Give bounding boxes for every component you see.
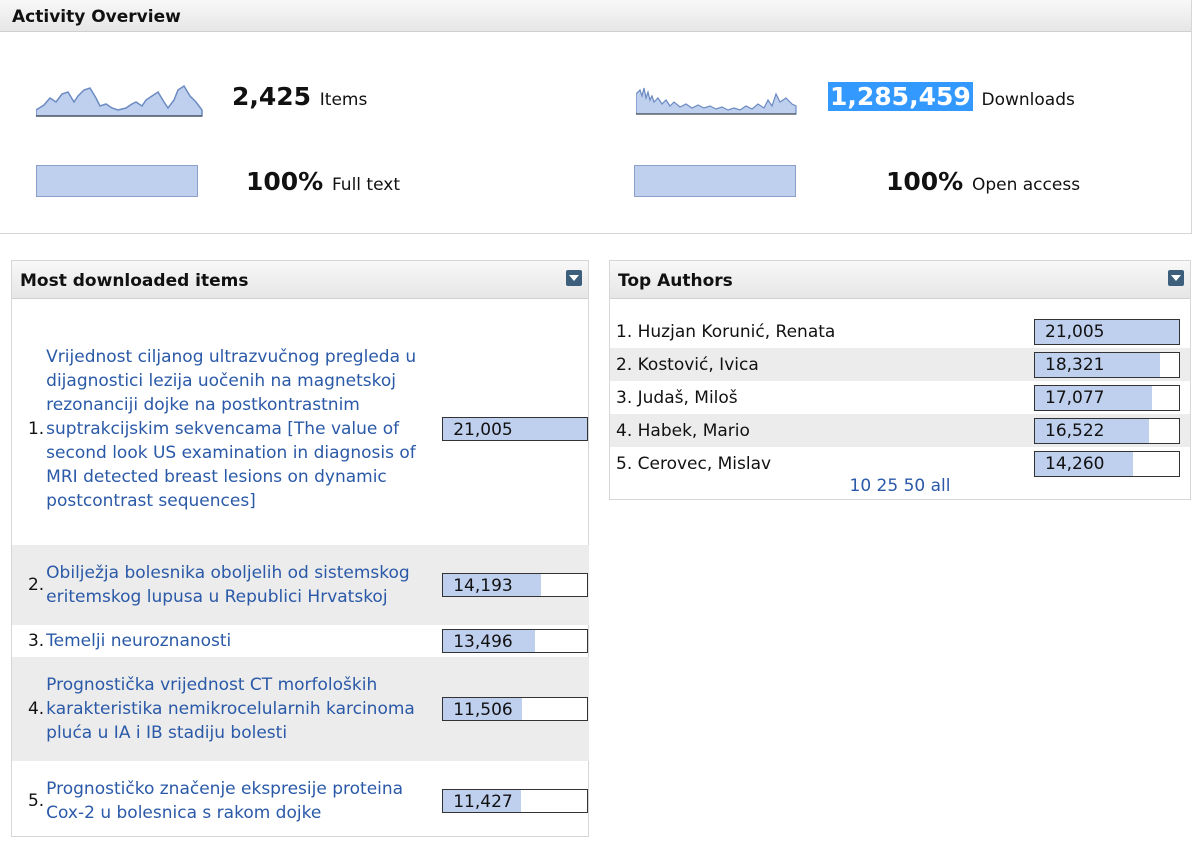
author-name-link[interactable]: 2. Kostović, Ivica (610, 348, 1034, 381)
item-title-link[interactable]: Vrijednost ciljanog ultrazvučnog pregled… (46, 313, 442, 545)
download-count-cell: 11,506 (442, 657, 589, 761)
download-count-cell: 14,193 (442, 545, 589, 625)
dropdown-toggle-icon[interactable] (566, 270, 582, 286)
download-bar: 14,193 (442, 573, 589, 597)
download-count: 11,506 (453, 700, 513, 720)
fulltext-label: Full text (331, 175, 400, 195)
download-count: 14,193 (453, 576, 513, 596)
author-count-cell: 17,077 (1034, 381, 1190, 414)
download-count: 11,427 (453, 792, 513, 812)
item-title-link[interactable]: Prognostička vrijednost CT morfoloških k… (46, 657, 442, 761)
row-number: 5. (27, 791, 45, 811)
activity-overview-title: Activity Overview (0, 0, 1191, 32)
downloads-sparkline (636, 87, 797, 115)
download-count-cell: 21,005 (442, 313, 589, 545)
row-number: 4. (27, 699, 45, 719)
author-bar: 16,522 (1034, 417, 1180, 444)
items-label: Items (319, 90, 368, 110)
table-row: 3. Judaš, Miloš 17,077 (610, 381, 1190, 414)
author-count-cell: 18,321 (1034, 348, 1190, 381)
most-downloaded-title: Most downloaded items (20, 271, 249, 291)
author-bar: 17,077 (1034, 384, 1180, 411)
download-bar: 13,496 (442, 629, 589, 653)
item-title-link[interactable]: Obilježja bolesnika oboljelih od sistems… (46, 545, 442, 625)
author-bar: 18,321 (1034, 351, 1180, 378)
download-bar: 11,427 (442, 789, 589, 813)
downloads-label: Downloads (981, 90, 1075, 110)
table-row: 5. Prognostičko značenje ekspresije prote… (12, 761, 589, 841)
top-authors-title: Top Authors (618, 271, 733, 291)
table-row: 4. Habek, Mario 16,522 (610, 414, 1190, 447)
download-count: 13,496 (453, 632, 513, 652)
author-bar: 21,005 (1034, 318, 1180, 345)
openaccess-stat: 100% Open access (886, 167, 1080, 196)
dropdown-toggle-icon[interactable] (1168, 270, 1184, 286)
author-count: 18,321 (1045, 354, 1105, 375)
table-row: 4. Prognostička vrijednost CT morfoloških… (12, 657, 589, 761)
most-downloaded-table: 1. Vrijednost ciljanog ultrazvučnog pregl… (12, 313, 589, 841)
top-authors-header: Top Authors (610, 261, 1190, 299)
author-count-cell: 21,005 (1034, 315, 1190, 348)
row-number: 1. (27, 419, 45, 439)
table-row: 3. Temelji neuroznanosti 13,496 (12, 625, 589, 657)
items-stat: 2,425 Items (232, 82, 367, 111)
openaccess-percent: 100% (886, 167, 964, 196)
downloads-stat: 1,285,459 Downloads (828, 82, 1075, 111)
top-authors-table: 1. Huzjan Korunić, Renata 21,005 2. Kostov… (610, 315, 1190, 480)
table-row: 2. Obilježja bolesnika oboljelih od siste… (12, 545, 589, 625)
download-count-cell: 13,496 (442, 625, 589, 657)
table-row: 1. Vrijednost ciljanog ultrazvučnog pregl… (12, 313, 589, 545)
author-name-link[interactable]: 4. Habek, Mario (610, 414, 1034, 447)
download-bar: 11,506 (442, 697, 589, 721)
openaccess-bar (634, 165, 796, 197)
author-count-cell: 16,522 (1034, 414, 1190, 447)
fulltext-percent: 100% (246, 167, 324, 196)
download-count: 21,005 (453, 420, 513, 440)
activity-overview-panel: Activity Overview 2,425 Items 1,285,459 … (0, 0, 1192, 234)
author-count: 14,260 (1045, 453, 1105, 474)
most-downloaded-panel: Most downloaded items 1. Vrijednost cilja… (11, 260, 589, 837)
item-title-link[interactable]: Prognostičko značenje ekspresije protein… (46, 761, 442, 841)
author-name-link[interactable]: 3. Judaš, Miloš (610, 381, 1034, 414)
download-bar: 21,005 (442, 417, 589, 441)
openaccess-label: Open access (971, 175, 1081, 195)
author-count: 16,522 (1045, 420, 1105, 441)
top-authors-panel: Top Authors 1. Huzjan Korunić, Renata 21,… (609, 260, 1191, 500)
most-downloaded-header: Most downloaded items (12, 261, 588, 299)
author-count: 17,077 (1045, 387, 1105, 408)
row-number: 2. (27, 575, 45, 595)
row-number: 3. (27, 631, 45, 651)
author-count: 21,005 (1045, 321, 1105, 342)
items-count: 2,425 (232, 82, 312, 111)
fulltext-stat: 100% Full text (246, 167, 400, 196)
pagination-links[interactable]: 10 25 50 all (610, 476, 1190, 496)
author-name-link[interactable]: 1. Huzjan Korunić, Renata (610, 315, 1034, 348)
table-row: 1. Huzjan Korunić, Renata 21,005 (610, 315, 1190, 348)
items-sparkline (36, 84, 203, 117)
fulltext-bar (36, 165, 198, 197)
author-bar: 14,260 (1034, 450, 1180, 477)
downloads-count: 1,285,459 (828, 82, 973, 111)
item-title-link[interactable]: Temelji neuroznanosti (46, 625, 442, 657)
table-row: 2. Kostović, Ivica 18,321 (610, 348, 1190, 381)
download-count-cell: 11,427 (442, 761, 589, 841)
